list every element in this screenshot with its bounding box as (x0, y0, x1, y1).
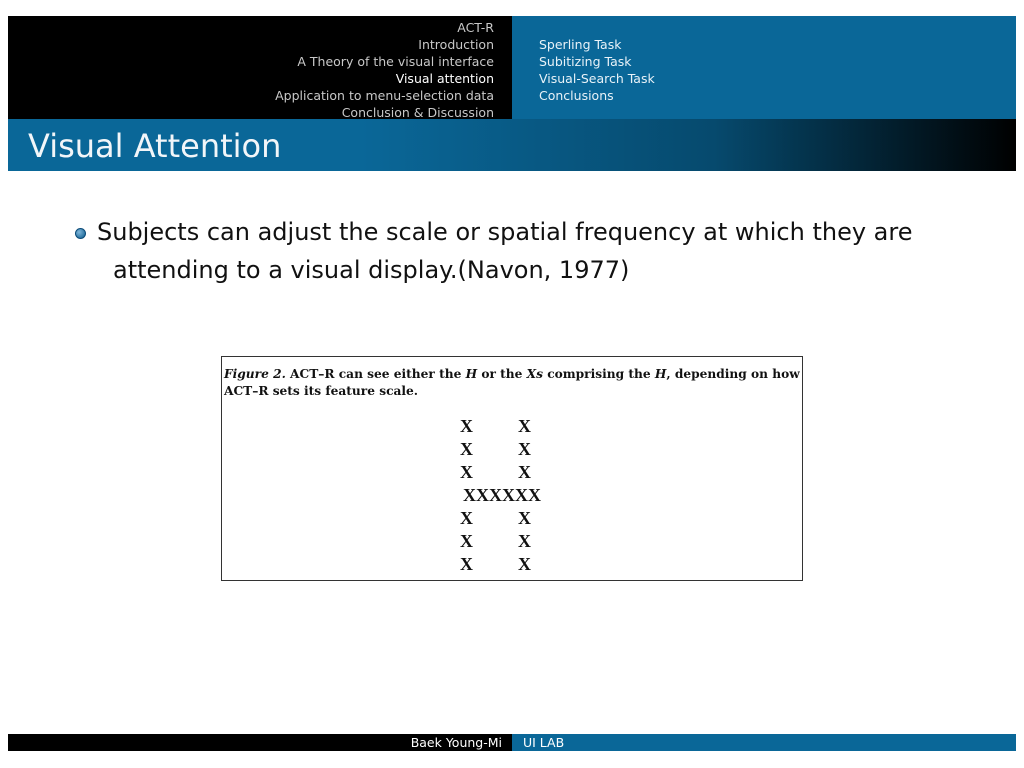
caption-text: comprising the (542, 367, 655, 381)
caption-text: or the (477, 367, 527, 381)
caption-h: H (465, 367, 478, 381)
slide-title-bar: Visual Attention (8, 119, 1016, 171)
figure-caption: Figure 2. ACT–R can see either the H or … (224, 366, 800, 400)
nav-item-act-r[interactable]: ACT-R (275, 19, 494, 36)
nav-item-menu-selection[interactable]: Application to menu-selection data (275, 87, 494, 104)
footer-lab-bar: UI LAB (512, 734, 1016, 751)
bullet-icon (75, 228, 86, 239)
bullet-line-1: Subjects can adjust the scale or spatial… (97, 218, 913, 246)
footer-author: Baek Young-Mi (410, 735, 502, 750)
slide-title: Visual Attention (28, 127, 282, 165)
footer-lab: UI LAB (523, 735, 565, 750)
caption-s: s (536, 367, 543, 381)
subsection-list: Sperling Task Subitizing Task Visual-Sea… (539, 36, 655, 104)
x-row: X X (460, 462, 531, 482)
x-row: X X (460, 554, 531, 574)
footer-author-bar: Baek Young-Mi (8, 734, 512, 751)
x-row: X X (460, 508, 531, 528)
figure-image: Figure 2. ACT–R can see either the H or … (221, 356, 803, 581)
x-row: X X (460, 416, 531, 436)
subnav-item-subitizing[interactable]: Subitizing Task (539, 53, 655, 70)
caption-text: , depending on how (666, 367, 800, 381)
nav-item-theory-visual-interface[interactable]: A Theory of the visual interface (275, 53, 494, 70)
caption-text: ACT–R can see either the (285, 367, 466, 381)
bullet-text: Subjects can adjust the scale or spatial… (97, 213, 927, 289)
header-section-nav: ACT-R Introduction A Theory of the visua… (8, 16, 512, 121)
subnav-item-sperling[interactable]: Sperling Task (539, 36, 655, 53)
caption-x: X (526, 367, 537, 381)
nav-item-visual-attention[interactable]: Visual attention (275, 70, 494, 87)
subnav-item-visual-search[interactable]: Visual-Search Task (539, 70, 655, 87)
caption-line-2: ACT–R sets its feature scale. (224, 384, 419, 398)
figure-label: Figure 2. (224, 367, 286, 381)
subnav-item-conclusions[interactable]: Conclusions (539, 87, 655, 104)
x-row: X X (460, 439, 531, 459)
x-row: X X (460, 531, 531, 551)
bullet-line-2: attending to a visual display.(Navon, 19… (113, 256, 630, 284)
caption-h: H (654, 367, 667, 381)
header-subsection-nav: Sperling Task Subitizing Task Visual-Sea… (512, 16, 1016, 119)
x-row: XXXXXX (463, 485, 541, 505)
nav-item-introduction[interactable]: Introduction (275, 36, 494, 53)
section-list: ACT-R Introduction A Theory of the visua… (275, 19, 494, 121)
